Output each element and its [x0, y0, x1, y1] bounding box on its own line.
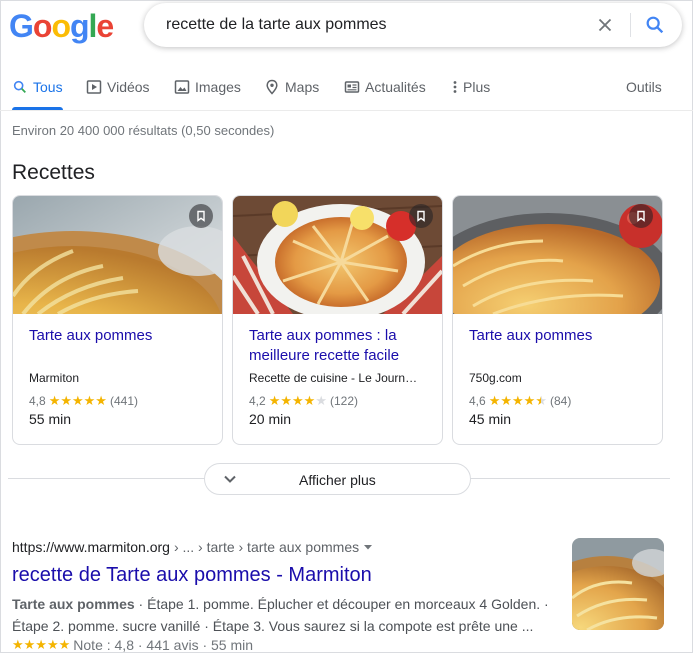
recipe-card[interactable]: Tarte aux pommes Marmiton 4,8 ★★★★★ (441…	[12, 195, 223, 445]
tab-label: Images	[195, 79, 241, 95]
recipe-time: 55 min	[29, 411, 72, 427]
bookmark-icon[interactable]	[409, 204, 433, 228]
result-title[interactable]: recette de Tarte aux pommes - Marmiton	[12, 564, 372, 587]
result-thumbnail[interactable]	[572, 538, 664, 630]
logo-letter: e	[96, 8, 114, 44]
review-count: (84)	[549, 394, 572, 408]
snippet-text: Étape 2. pomme. sucre vanillé · Étape 3.…	[12, 618, 534, 634]
caret-down-icon[interactable]	[363, 542, 373, 552]
tab-more[interactable]: Plus	[452, 79, 490, 95]
search-input[interactable]: recette de la tarte aux pommes	[166, 16, 387, 34]
recipe-time: 45 min	[469, 411, 512, 427]
result-domain: https://www.marmiton.org	[12, 539, 170, 555]
tab-news[interactable]: Actualités	[344, 79, 426, 95]
show-more-button[interactable]: Afficher plus	[204, 463, 471, 495]
tab-label: Plus	[463, 79, 491, 95]
tab-label: Tous	[33, 79, 63, 95]
tab-label: Outils	[626, 79, 662, 95]
recipe-rating: 4,2 ★★★★★ (122)	[249, 393, 358, 409]
rating-value: 4,6	[469, 394, 486, 408]
close-icon[interactable]	[594, 14, 616, 36]
tab-all[interactable]: Tous	[12, 79, 63, 95]
star-rating-icon: ★★★★★	[12, 637, 71, 652]
rating-value: 4,8	[29, 394, 46, 408]
tab-label: Vidéos	[107, 79, 150, 95]
recipe-source: 750g.com	[469, 371, 522, 385]
result-meta-text: Note : 4,8 · 441 avis · 55 min	[73, 637, 254, 653]
tab-images[interactable]: Images	[174, 79, 241, 95]
recipe-source: Marmiton	[29, 371, 80, 385]
tab-videos[interactable]: Vidéos	[86, 79, 150, 95]
logo-letter: o	[32, 8, 53, 44]
bookmark-icon[interactable]	[629, 204, 653, 228]
tab-label: Maps	[285, 79, 320, 95]
snippet-text: · Étape 1. pomme. Éplucher et découper e…	[134, 596, 549, 612]
result-stats: Environ 20 400 000 résultats (0,50 secon…	[12, 123, 275, 138]
more-vert-icon	[453, 81, 457, 93]
tab-label: Actualités	[365, 79, 426, 95]
active-tab-indicator	[12, 107, 63, 110]
recipe-rating: 4,6 ★★★★★ (84)	[469, 393, 571, 409]
snippet-bold: Tarte aux pommes	[12, 596, 135, 612]
recipes-heading: Recettes	[12, 161, 95, 184]
google-logo[interactable]: Google	[9, 8, 114, 44]
review-count: (441)	[109, 394, 138, 408]
recipe-source: Recette de cuisine - Le Journ…	[249, 371, 418, 385]
search-divider	[630, 13, 631, 37]
star-rating-icon: ★★★★★	[48, 393, 107, 408]
result-rating: ★★★★★ Note : 4,8 · 441 avis · 55 min	[12, 637, 253, 653]
recipe-card[interactable]: Tarte aux pommes : la meilleure recette …	[232, 195, 443, 445]
image-icon	[174, 80, 190, 94]
news-icon	[344, 81, 360, 93]
result-snippet: Tarte aux pommes · Étape 1. pomme. Épluc…	[12, 593, 557, 637]
star-rating-icon: ★★★★★	[488, 393, 547, 408]
rating-value: 4,2	[249, 394, 266, 408]
logo-letter: g	[69, 8, 90, 44]
bookmark-icon[interactable]	[189, 204, 213, 228]
show-more-label: Afficher plus	[299, 472, 376, 488]
tab-maps[interactable]: Maps	[264, 79, 319, 95]
logo-letter: o	[51, 8, 71, 44]
star-rating-icon: ★★★★★	[268, 393, 327, 408]
map-pin-icon	[266, 79, 278, 95]
search-box[interactable]: recette de la tarte aux pommes	[144, 3, 682, 47]
recipe-card[interactable]: Tarte aux pommes 750g.com 4,6 ★★★★★ (84)…	[452, 195, 663, 445]
tab-tools[interactable]: Outils	[626, 79, 662, 95]
recipe-title[interactable]: Tarte aux pommes	[29, 326, 209, 346]
result-url[interactable]: https://www.marmiton.org › ... › tarte ›…	[12, 539, 373, 555]
recipe-title[interactable]: Tarte aux pommes	[469, 326, 649, 346]
search-icon	[13, 80, 26, 93]
logo-letter: G	[9, 8, 34, 44]
video-icon	[86, 80, 102, 94]
search-icon[interactable]	[644, 14, 666, 36]
search-tabs: Tous Vidéos Images Maps Actualités Plus …	[0, 70, 693, 111]
review-count: (122)	[329, 394, 358, 408]
recipe-rating: 4,8 ★★★★★ (441)	[29, 393, 138, 409]
recipe-time: 20 min	[249, 411, 292, 427]
recipe-title[interactable]: Tarte aux pommes : la meilleure recette …	[249, 326, 429, 366]
chevron-down-icon	[224, 475, 236, 483]
result-breadcrumb: › ... › tarte › tarte aux pommes	[173, 539, 360, 555]
